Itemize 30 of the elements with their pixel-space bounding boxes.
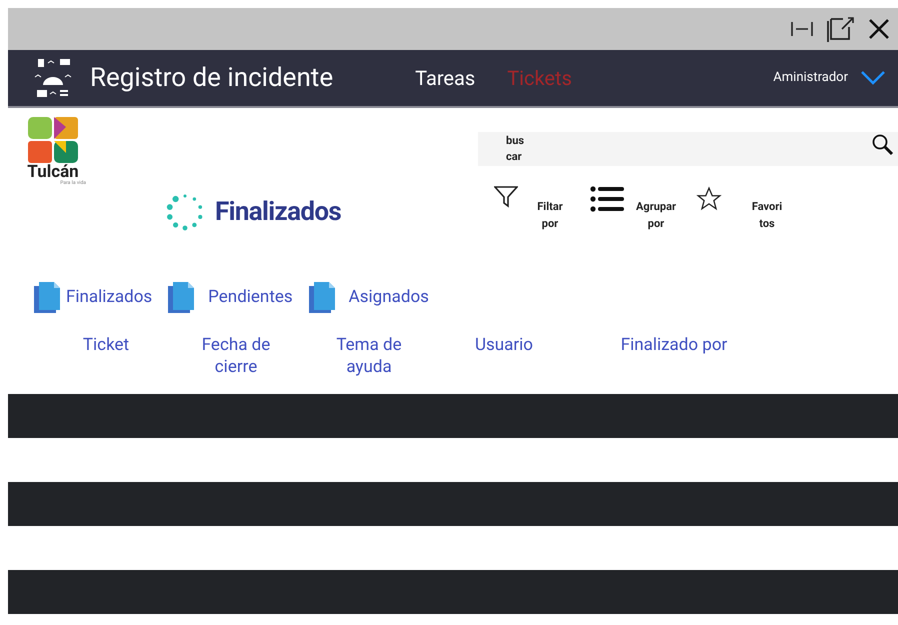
document-icon	[308, 282, 337, 314]
network-icon	[32, 57, 74, 99]
filter-icon	[494, 186, 518, 208]
column-header: Fecha de cierre	[200, 334, 272, 379]
chevron-down-icon	[860, 70, 886, 86]
user-menu[interactable]: Aministrador	[773, 68, 886, 88]
document-icon	[168, 282, 196, 314]
column-header: Ticket	[82, 334, 130, 357]
search-icon[interactable]	[872, 134, 894, 156]
close-icon[interactable]	[868, 18, 890, 40]
document-icon	[34, 282, 62, 314]
star-icon	[696, 186, 722, 212]
logo-icon	[27, 116, 79, 164]
toolbar-button[interactable]: Agrupar por	[590, 186, 676, 232]
column-header: Finalizado por	[620, 334, 728, 357]
app-title: Registro de incidente	[90, 62, 334, 94]
list-icon	[590, 186, 624, 212]
minimize-icon[interactable]	[790, 21, 814, 37]
folder-tab[interactable]: Finalizados	[34, 282, 152, 314]
folder-tab[interactable]: Pendientes	[168, 282, 293, 314]
toolbar-button[interactable]: Favori tos	[696, 186, 788, 232]
search-field[interactable]: bus car	[478, 132, 898, 166]
nav-tab[interactable]: Tareas	[415, 63, 476, 93]
popout-icon[interactable]	[826, 15, 856, 43]
toolbar-button[interactable]: Filtar por	[494, 186, 570, 232]
page-heading: Finalizados	[215, 196, 342, 228]
folder-tab[interactable]: Asignados	[308, 282, 429, 314]
column-header: Usuario	[474, 334, 534, 357]
column-header: Tema de ayuda	[335, 334, 403, 379]
logo-name: Tulcán	[27, 164, 79, 181]
